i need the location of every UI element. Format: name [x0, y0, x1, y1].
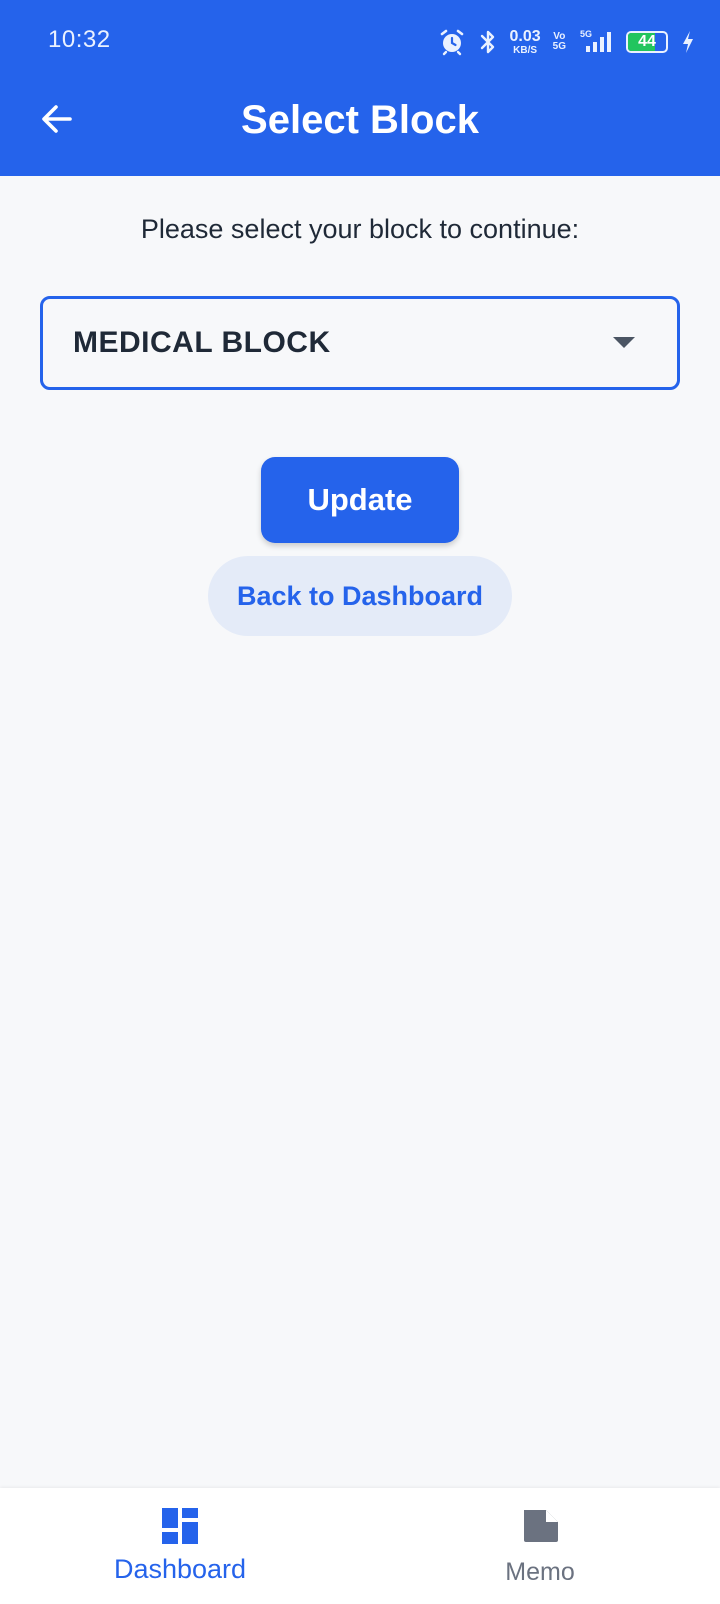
- instruction-text: Please select your block to continue:: [140, 214, 580, 244]
- signal-icon: 5G: [578, 28, 614, 56]
- nav-item-dashboard[interactable]: Dashboard: [0, 1488, 360, 1604]
- dashboard-icon: [162, 1508, 198, 1544]
- block-select-value: MEDICAL BLOCK: [73, 326, 331, 359]
- block-select[interactable]: MEDICAL BLOCK: [40, 296, 680, 390]
- battery-icon: 44: [626, 31, 668, 53]
- battery-level: 44: [638, 33, 656, 50]
- update-button[interactable]: Update: [261, 457, 459, 543]
- status-icons: 0.03 KB/S Vo 5G 5G 44: [438, 22, 696, 62]
- caret-down-icon: [613, 337, 635, 348]
- volte-bottom: 5G: [552, 41, 566, 52]
- signal-label: 5G: [580, 29, 592, 39]
- nav-label-memo: Memo: [505, 1558, 575, 1586]
- app-bar: 10:32 0.03 KB/S Vo 5G 5G 44 Select Block: [0, 0, 720, 176]
- alarm-icon: [438, 28, 466, 56]
- memo-icon: [524, 1510, 558, 1542]
- status-bar: 10:32 0.03 KB/S Vo 5G 5G 44: [0, 0, 720, 84]
- back-to-dashboard-button[interactable]: Back to Dashboard: [208, 556, 512, 636]
- nav-item-memo[interactable]: Memo: [360, 1488, 720, 1604]
- nav-label-dashboard: Dashboard: [113, 1554, 247, 1584]
- network-speed: 0.03 KB/S: [509, 27, 541, 56]
- bluetooth-icon: [478, 28, 498, 56]
- network-speed-unit: KB/S: [513, 44, 538, 56]
- charging-icon: [680, 28, 696, 56]
- status-time: 10:32: [48, 26, 111, 53]
- page-title: Select Block: [241, 98, 479, 142]
- volte-indicator: Vo 5G: [553, 32, 566, 52]
- bottom-navigation: Dashboard Memo: [0, 1488, 720, 1604]
- network-speed-value: 0.03: [509, 27, 541, 45]
